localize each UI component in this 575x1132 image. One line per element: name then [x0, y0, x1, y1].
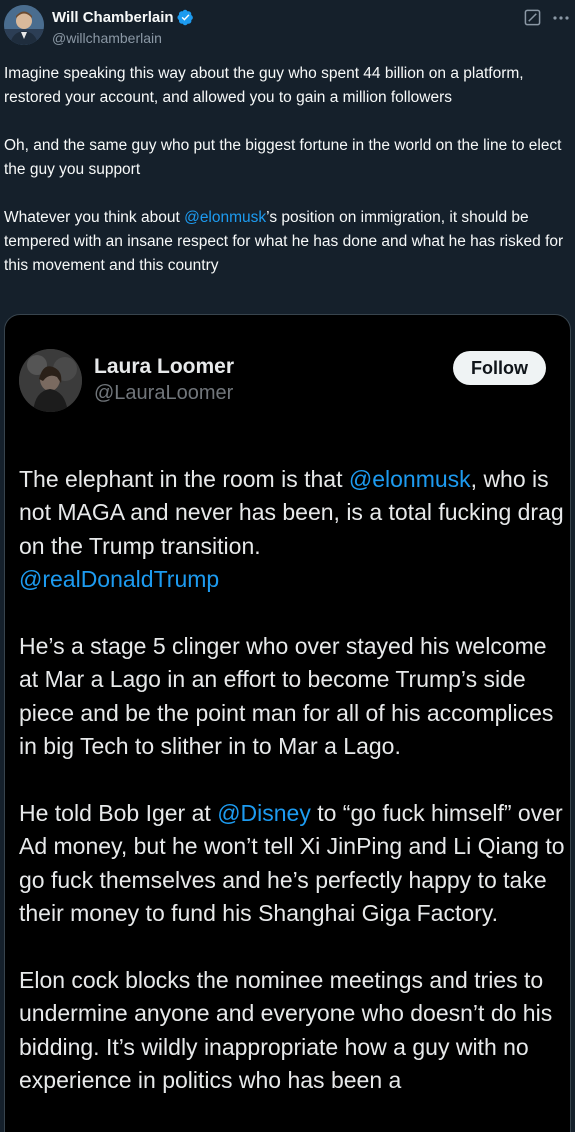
quoted-paragraph: Elon cock blocks the nominee meetings an… [19, 967, 553, 1094]
text-span: Whatever you think about [4, 209, 185, 226]
grok-icon[interactable] [524, 9, 541, 26]
tweet-paragraph: Imagine speaking this way about the guy … [4, 65, 524, 106]
tweet-header: Will Chamberlain @willchamberlain [0, 0, 575, 60]
quoted-mention: @realDonaldTrump [19, 566, 220, 593]
quoted-text: The elephant in the room is that @elonmu… [19, 463, 567, 1131]
author-name[interactable]: Will Chamberlain [52, 9, 174, 26]
quoted-paragraph: He’s a stage 5 clinger who over stayed h… [19, 633, 554, 760]
quoted-paragraph: The elephant in the room is that @elonmu… [19, 463, 567, 597]
avatar[interactable] [4, 5, 44, 45]
verified-badge-icon [177, 9, 193, 26]
quoted-paragraph: He told Bob Iger at @Disney to “go fuck … [19, 797, 567, 931]
text-span: The elephant in the room is that [19, 466, 349, 492]
embedded-screenshot[interactable]: Laura Loomer @LauraLoomer Follow The ele… [4, 314, 571, 1132]
quoted-author-name: Laura Loomer [94, 355, 235, 378]
tweet-paragraph: Oh, and the same guy who put the biggest… [4, 137, 562, 178]
mention-link[interactable]: @elonmusk [184, 209, 266, 226]
quoted-mention: @elonmusk [348, 466, 471, 492]
tweet-text: Imagine speaking this way about the guy … [4, 62, 570, 302]
tweet: Will Chamberlain @willchamberlain Imagin… [0, 0, 575, 1132]
quoted-mention: @Disney [217, 800, 311, 827]
quoted-post: Laura Loomer @LauraLoomer Follow The ele… [13, 331, 569, 1132]
more-icon[interactable] [552, 9, 570, 27]
text-span: He told Bob Iger at [19, 800, 218, 827]
quoted-author-handle: @LauraLoomer [94, 382, 234, 404]
follow-button: Follow [453, 351, 546, 385]
tweet-paragraph: Whatever you think about @elonmusk’s pos… [4, 206, 570, 278]
author-handle[interactable]: @willchamberlain [52, 30, 162, 46]
quoted-avatar [19, 349, 82, 412]
